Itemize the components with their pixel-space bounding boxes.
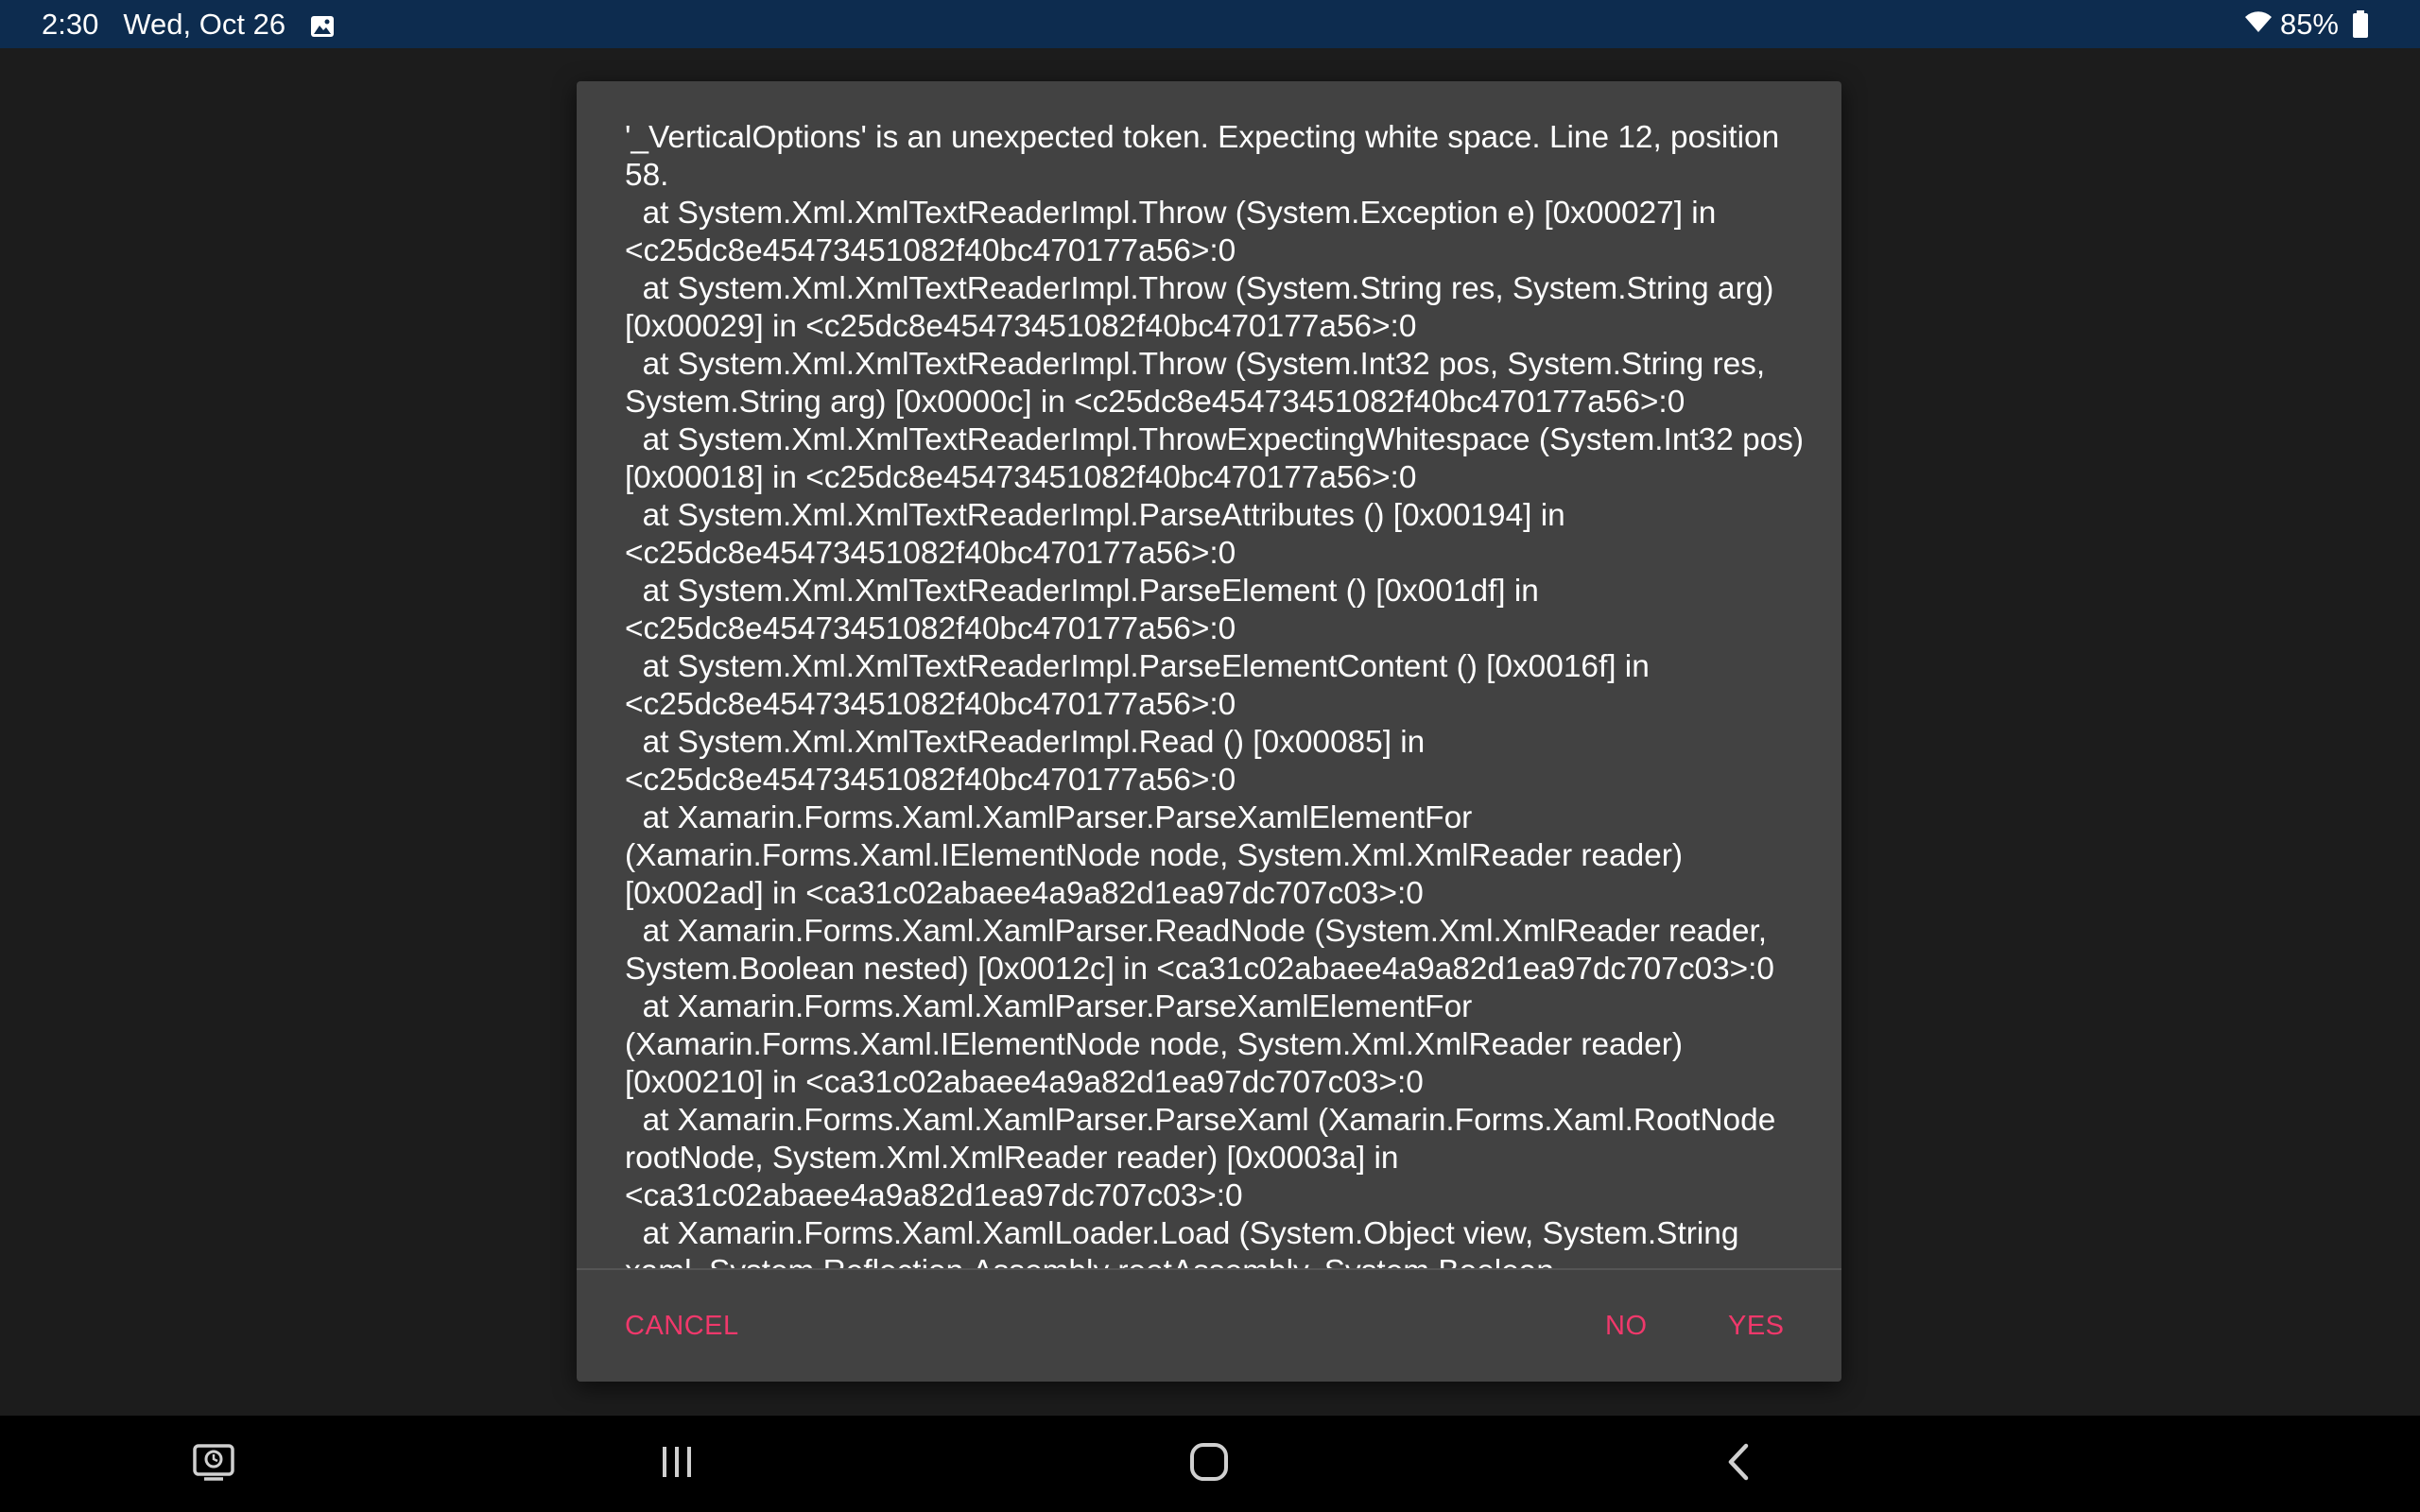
error-dialog: '_VerticalOptions' is an unexpected toke… [577,81,1841,1382]
home-button[interactable] [1152,1416,1266,1512]
status-bar: 2:30 Wed, Oct 26 85% [0,0,2420,48]
status-date: Wed, Oct 26 [123,7,286,41]
recent-apps-button[interactable] [620,1416,734,1512]
status-time: 2:30 [42,7,99,41]
back-icon [1725,1442,1754,1486]
recent-screens-icon [192,1443,235,1486]
back-button[interactable] [1683,1416,1796,1512]
dialog-actions: CANCEL NO YES [577,1270,1841,1382]
gallery-icon [310,12,335,37]
dialog-body: '_VerticalOptions' is an unexpected toke… [625,119,1806,1268]
yes-button[interactable]: YES [1728,1270,1785,1382]
no-button[interactable]: NO [1605,1270,1648,1382]
status-right: 85% [2244,0,2369,48]
dialog-scroll-area[interactable]: '_VerticalOptions' is an unexpected toke… [577,81,1841,1268]
status-left: 2:30 Wed, Oct 26 [42,0,335,48]
home-icon [1189,1442,1229,1486]
battery-percent: 85% [2279,7,2339,41]
battery-icon [2352,9,2369,39]
navigation-bar [0,1416,2420,1512]
cancel-button[interactable]: CANCEL [625,1270,739,1382]
dialog-message: '_VerticalOptions' is an unexpected toke… [625,120,1805,1268]
wifi-icon [2244,8,2273,42]
recent-screens-button[interactable] [157,1416,270,1512]
recent-apps-icon [658,1445,696,1484]
